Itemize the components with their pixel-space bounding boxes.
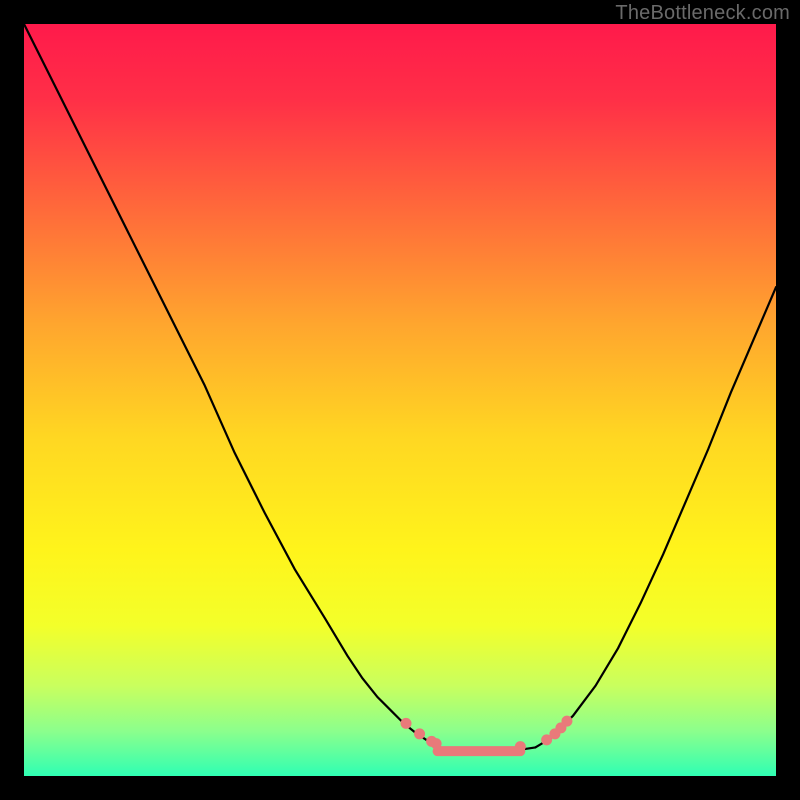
plot-area: [24, 24, 776, 776]
gradient-background: [24, 24, 776, 776]
marker-dot-right-dots: [515, 741, 526, 752]
marker-dot-right-dots: [561, 716, 572, 727]
marker-dot-left-dots: [401, 718, 412, 729]
marker-dot-left-dots: [414, 728, 425, 739]
chart-frame: TheBottleneck.com: [0, 0, 800, 800]
chart-svg: [24, 24, 776, 776]
marker-dot-left-dots: [431, 738, 442, 749]
watermark-text: TheBottleneck.com: [615, 2, 790, 25]
